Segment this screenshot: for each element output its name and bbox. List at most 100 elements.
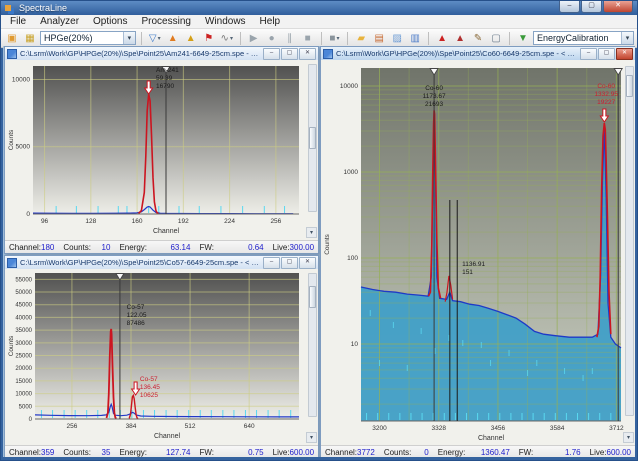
status-counts-value: 10 <box>102 243 111 252</box>
menu-file[interactable]: File <box>3 16 33 27</box>
spectrum-canvas[interactable]: Co-57122.0587486Co-57136.451062525638451… <box>5 269 318 445</box>
toolbar-separator <box>240 32 241 45</box>
axis-menu-button[interactable]: ▾ <box>623 432 634 443</box>
stop-icon[interactable]: ■ <box>300 31 316 46</box>
svg-text:55000: 55000 <box>15 277 32 283</box>
status-bar: Channel:359 Counts:35 Energy:127.74 FW:0… <box>5 445 318 457</box>
export-image-icon[interactable]: ▨ <box>389 31 405 46</box>
menu-windows[interactable]: Windows <box>198 16 253 27</box>
axis-menu-button[interactable]: ▾ <box>306 227 317 238</box>
plot-vertical-scrollbar[interactable] <box>625 66 634 416</box>
app-titlebar[interactable]: SpectraLine – ▢ ✕ <box>1 1 637 15</box>
svg-text:19227: 19227 <box>597 99 615 106</box>
status-channel-value: 3772 <box>357 448 375 457</box>
peak-fit-icon[interactable]: ▲ <box>183 31 199 46</box>
peak-marker-icon[interactable]: ⚑ <box>201 31 217 46</box>
peak-search-icon[interactable]: ▲ <box>165 31 181 46</box>
calibration-icon[interactable]: ▼ <box>515 31 531 46</box>
maximize-button[interactable]: ▢ <box>281 257 298 269</box>
app-title: SpectraLine <box>19 1 67 15</box>
scrollbar-thumb[interactable] <box>626 75 633 97</box>
minimize-button[interactable]: – <box>263 48 280 60</box>
svg-text:Co-60: Co-60 <box>597 83 615 90</box>
svg-text:136.45: 136.45 <box>140 384 160 391</box>
status-bar: Channel:3772 Counts:0 Energy:1360.47 FW:… <box>321 445 635 457</box>
pause-icon[interactable]: ∥ <box>282 31 298 46</box>
close-button[interactable]: ✕ <box>616 48 633 60</box>
maximize-button[interactable]: ▢ <box>598 48 615 60</box>
nuclide-library-icon[interactable]: ▦ <box>22 31 38 46</box>
close-button[interactable]: ✕ <box>299 257 316 269</box>
start-acquisition-icon[interactable]: ▶ <box>246 31 262 46</box>
calibration-combo[interactable]: EnergyCalibration▾ <box>533 31 634 45</box>
window-controls: – ▢ ✕ <box>263 257 316 269</box>
report-window-icon[interactable]: ▢ <box>488 31 504 46</box>
svg-text:640: 640 <box>244 423 255 430</box>
spectrum-plot-co60[interactable]: Co-601173.6721693Co-601332.95192271136.9… <box>321 60 635 445</box>
menu-analyzer[interactable]: Analyzer <box>33 16 86 27</box>
svg-text:10: 10 <box>351 341 359 348</box>
svg-text:50000: 50000 <box>15 290 32 296</box>
status-fw-value: 0.64 <box>248 243 264 252</box>
axis-menu-button[interactable]: ▾ <box>306 432 317 443</box>
svg-text:192: 192 <box>178 218 189 225</box>
spectrum-window-co60: C:\Lsrm\Work\GP\HPGe(20%)\Spe\Point25\Co… <box>320 46 635 457</box>
spectraline-app: SpectraLine – ▢ ✕ FileAnalyzerOptionsPro… <box>0 0 638 461</box>
app-maximize-button[interactable]: ▢ <box>581 1 602 13</box>
detector-control-icon[interactable]: ■▾ <box>326 31 342 46</box>
svg-text:45000: 45000 <box>15 303 32 309</box>
peak-area-icon[interactable]: ▲ <box>434 31 450 46</box>
peak-region-icon[interactable]: ▲ <box>452 31 468 46</box>
detector-combo[interactable]: HPGe(20%)▾ <box>40 31 136 45</box>
plot-vertical-scrollbar[interactable] <box>308 273 317 417</box>
svg-text:Channel: Channel <box>154 433 181 440</box>
status-energy-label: Energy: <box>119 243 147 252</box>
close-button[interactable]: ✕ <box>299 48 316 60</box>
spectrum-file-icon <box>7 49 17 59</box>
window-title: C:\Lsrm\Work\GP\HPGe(20%)\Spe\Point25\Am… <box>20 49 260 58</box>
copy-clipboard-icon[interactable]: ▥ <box>407 31 423 46</box>
svg-text:10000: 10000 <box>15 392 32 398</box>
app-minimize-button[interactable]: – <box>559 1 580 13</box>
svg-text:Am-241: Am-241 <box>156 67 179 74</box>
scrollbar-thumb[interactable] <box>309 286 316 308</box>
minimize-button[interactable]: – <box>263 257 280 269</box>
spectrum-canvas[interactable]: Co-601173.6721693Co-601332.95192271136.9… <box>321 60 635 445</box>
svg-text:Co-60: Co-60 <box>425 85 443 92</box>
detector-combo-dropdown[interactable]: ▾ <box>123 32 135 44</box>
scrollbar-thumb[interactable] <box>309 127 316 149</box>
window-titlebar[interactable]: C:\Lsrm\Work\GP\HPGe(20%)\Spe\Point25\Co… <box>321 47 635 61</box>
status-live-value: 600.00 <box>607 448 631 457</box>
calibration-combo-dropdown[interactable]: ▾ <box>621 32 633 44</box>
status-energy-value: 1360.47 <box>481 448 510 457</box>
menu-processing[interactable]: Processing <box>135 16 198 27</box>
window-title: C:\Lsrm\Work\GP\HPGe(20%)\Spe\Point25\Co… <box>20 258 260 267</box>
window-titlebar[interactable]: C:\Lsrm\Work\GP\HPGe(20%)\Spe\Point25\Co… <box>5 256 318 270</box>
svg-text:3712: 3712 <box>609 425 624 432</box>
minimize-button[interactable]: – <box>580 48 597 60</box>
save-file-icon[interactable]: ▤ <box>371 31 387 46</box>
window-titlebar[interactable]: C:\Lsrm\Work\GP\HPGe(20%)\Spe\Point25\Am… <box>5 47 318 61</box>
efficiency-icon[interactable]: ∿▾ <box>219 31 235 46</box>
svg-text:40000: 40000 <box>15 315 32 321</box>
open-file-icon[interactable]: ▰ <box>353 31 369 46</box>
spectrum-plot-am241[interactable]: Am-24159.3916790961281601922242560500010… <box>5 60 318 240</box>
maximize-button[interactable]: ▢ <box>281 48 298 60</box>
spectrum-file-icon <box>7 258 17 268</box>
svg-text:10625: 10625 <box>140 392 158 399</box>
spectrum-new-icon[interactable]: ▣ <box>4 31 20 46</box>
status-energy-label: Energy: <box>438 448 466 457</box>
spectrum-plot-co57[interactable]: Co-57122.0587486Co-57136.451062525638451… <box>5 269 318 445</box>
svg-text:10000: 10000 <box>340 83 358 90</box>
spectrum-canvas[interactable]: Am-24159.3916790961281601922242560500010… <box>5 60 318 240</box>
smoothing-icon[interactable]: ▽▾ <box>147 31 163 46</box>
menu-options[interactable]: Options <box>86 16 134 27</box>
svg-text:35000: 35000 <box>15 328 32 334</box>
svg-text:1000: 1000 <box>344 169 359 176</box>
edit-peaks-icon[interactable]: ✎ <box>470 31 486 46</box>
record-icon[interactable]: ● <box>264 31 280 46</box>
plot-vertical-scrollbar[interactable] <box>308 64 317 212</box>
menu-help[interactable]: Help <box>253 16 288 27</box>
app-close-button[interactable]: ✕ <box>603 1 633 13</box>
spectrum-window-am241: C:\Lsrm\Work\GP\HPGe(20%)\Spe\Point25\Am… <box>4 46 319 254</box>
